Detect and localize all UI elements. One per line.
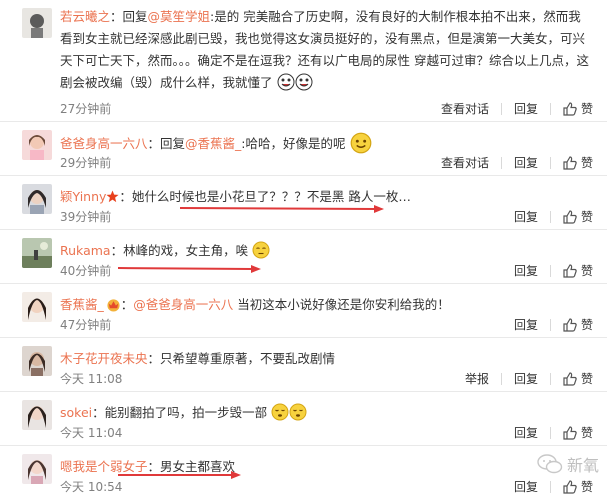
red-arrow-annotation xyxy=(180,205,384,213)
comment-username[interactable]: 木子花开夜未央 xyxy=(60,351,148,366)
comment-time: 今天 10:54 xyxy=(60,480,123,494)
divider xyxy=(549,210,551,223)
comment-item: Rukama：林峰的戏，女主角，唉 40分钟前 回复 赞 xyxy=(0,230,607,284)
wechat-icon xyxy=(537,454,563,474)
red-arrow-annotation xyxy=(118,265,261,273)
comment-item: 香蕉酱_ ：@爸爸身高一六八 当初这本小说好像还是你安利给我的！ 47分钟前 回复… xyxy=(0,284,607,338)
avatar[interactable] xyxy=(22,292,52,322)
divider xyxy=(549,264,551,277)
like-button[interactable]: 赞 xyxy=(581,100,593,117)
avatar[interactable] xyxy=(22,184,52,214)
watermark-text: 新氧 xyxy=(566,456,599,475)
comment-text: :哈哈，好像是的呢 xyxy=(241,136,346,151)
like-button[interactable]: 赞 xyxy=(581,208,593,225)
comment-text: 林峰的戏，女主角，唉 xyxy=(123,243,249,258)
avatar[interactable] xyxy=(22,238,52,268)
view-conversation-button[interactable]: 查看对话 xyxy=(441,100,489,117)
comment-item: 嗯我是个弱女子：男女主都喜欢 今天 10:54 回复 赞 xyxy=(0,446,607,502)
sleepy-face-icon xyxy=(271,403,289,421)
thumbs-up-icon[interactable] xyxy=(563,317,577,332)
reply-prefix: ： xyxy=(110,243,124,258)
avatar[interactable] xyxy=(22,400,52,430)
view-conversation-button[interactable]: 查看对话 xyxy=(441,154,489,171)
like-button[interactable]: 赞 xyxy=(581,370,593,387)
comment-time: 27分钟前 xyxy=(60,102,112,116)
star-badge-icon xyxy=(106,190,119,203)
comment-time: 39分钟前 xyxy=(60,210,112,224)
thumbs-up-icon[interactable] xyxy=(563,425,577,440)
comment-username[interactable]: 若云曦之 xyxy=(60,9,110,24)
report-button[interactable]: 举报 xyxy=(465,370,489,387)
comment-item: 若云曦之：回复@莫笙学姐:是的 完美融合了历史啊，没有良好的大制作根本拍不出来，… xyxy=(0,0,607,122)
reply-button[interactable]: 回复 xyxy=(514,316,538,333)
laughing-face-icon xyxy=(277,73,294,91)
reply-button[interactable]: 回复 xyxy=(514,208,538,225)
smile-face-icon xyxy=(350,132,371,154)
divider xyxy=(500,156,502,169)
comment-time: 今天 11:08 xyxy=(60,372,123,386)
like-button[interactable]: 赞 xyxy=(581,262,593,279)
divider xyxy=(549,426,551,439)
thumbs-up-icon[interactable] xyxy=(563,101,577,116)
avatar[interactable] xyxy=(22,8,52,38)
reply-prefix: ： xyxy=(147,351,161,366)
sigh-face-icon xyxy=(252,241,270,259)
laughing-face-icon xyxy=(295,73,312,91)
sleepy-face-icon xyxy=(289,403,307,421)
comment-username[interactable]: 爸爸身高一六八 xyxy=(60,136,148,151)
divider xyxy=(549,318,551,331)
like-button[interactable]: 赞 xyxy=(581,154,593,171)
like-button[interactable]: 赞 xyxy=(581,478,593,495)
reply-button[interactable]: 回复 xyxy=(514,100,538,117)
divider xyxy=(549,102,551,115)
avatar[interactable] xyxy=(22,454,52,484)
divider xyxy=(549,480,551,493)
reply-prefix: ：回复 xyxy=(110,9,148,24)
mention-link[interactable]: @爸爸身高一六八 xyxy=(133,297,233,312)
comment-text: 只希望尊重原著，不要乱改剧情 xyxy=(160,351,336,366)
comment-text: 她什么时候也是小花旦了？？？不是黑 路人一枚… xyxy=(131,189,411,204)
thumbs-up-icon[interactable] xyxy=(563,479,577,494)
comment-username[interactable]: sokei xyxy=(60,405,92,420)
watermark: 新氧 xyxy=(537,452,599,476)
comment-item: 爸爸身高一六八：回复@香蕉酱_:哈哈，好像是的呢 29分钟前 查看对话 回复 赞 xyxy=(0,122,607,176)
comment-username[interactable]: 颖Yinny xyxy=(60,189,106,204)
divider xyxy=(500,372,502,385)
reply-prefix: ： xyxy=(119,189,132,204)
reply-button[interactable]: 回复 xyxy=(514,370,538,387)
reply-prefix: ：回复 xyxy=(147,136,186,151)
comment-username[interactable]: Rukama xyxy=(60,243,111,258)
comment-text: 能别翻拍了吗，拍一步毁一部 xyxy=(104,405,268,420)
reply-button[interactable]: 回复 xyxy=(514,478,538,495)
reply-button[interactable]: 回复 xyxy=(514,154,538,171)
comment-time: 47分钟前 xyxy=(60,318,112,332)
thumbs-up-icon[interactable] xyxy=(563,209,577,224)
comment-username[interactable]: 香蕉酱_ xyxy=(60,297,104,312)
reply-button[interactable]: 回复 xyxy=(514,262,538,279)
comment-item: sokei：能别翻拍了吗，拍一步毁一部 今天 11:04 回复 赞 xyxy=(0,392,607,446)
divider xyxy=(549,156,551,169)
reply-prefix: ： xyxy=(120,297,134,312)
mention-link[interactable]: @香蕉酱_ xyxy=(185,136,241,151)
like-button[interactable]: 赞 xyxy=(581,316,593,333)
thumbs-up-icon[interactable] xyxy=(563,155,577,170)
reply-button[interactable]: 回复 xyxy=(514,424,538,441)
comment-item: 木子花开夜未央：只希望尊重原著，不要乱改剧情 今天 11:08 举报 回复 赞 xyxy=(0,338,607,392)
thumbs-up-icon[interactable] xyxy=(563,371,577,386)
comment-text: 当初这本小说好像还是你安利给我的！ xyxy=(237,297,450,312)
reply-prefix: ： xyxy=(92,405,105,420)
mention-link[interactable]: @莫笙学姐 xyxy=(148,9,211,24)
like-button[interactable]: 赞 xyxy=(581,424,593,441)
avatar[interactable] xyxy=(22,130,52,160)
comment-time: 29分钟前 xyxy=(60,156,112,170)
crown-badge-icon xyxy=(107,299,120,312)
divider xyxy=(500,102,502,115)
thumbs-up-icon[interactable] xyxy=(563,263,577,278)
divider xyxy=(549,372,551,385)
comment-item: 颖Yinny ：她什么时候也是小花旦了？？？不是黑 路人一枚… 39分钟前 回复 … xyxy=(0,176,607,230)
comment-time: 40分钟前 xyxy=(60,264,112,278)
red-arrow-annotation xyxy=(118,471,241,479)
comment-time: 今天 11:04 xyxy=(60,426,123,440)
avatar[interactable] xyxy=(22,346,52,376)
